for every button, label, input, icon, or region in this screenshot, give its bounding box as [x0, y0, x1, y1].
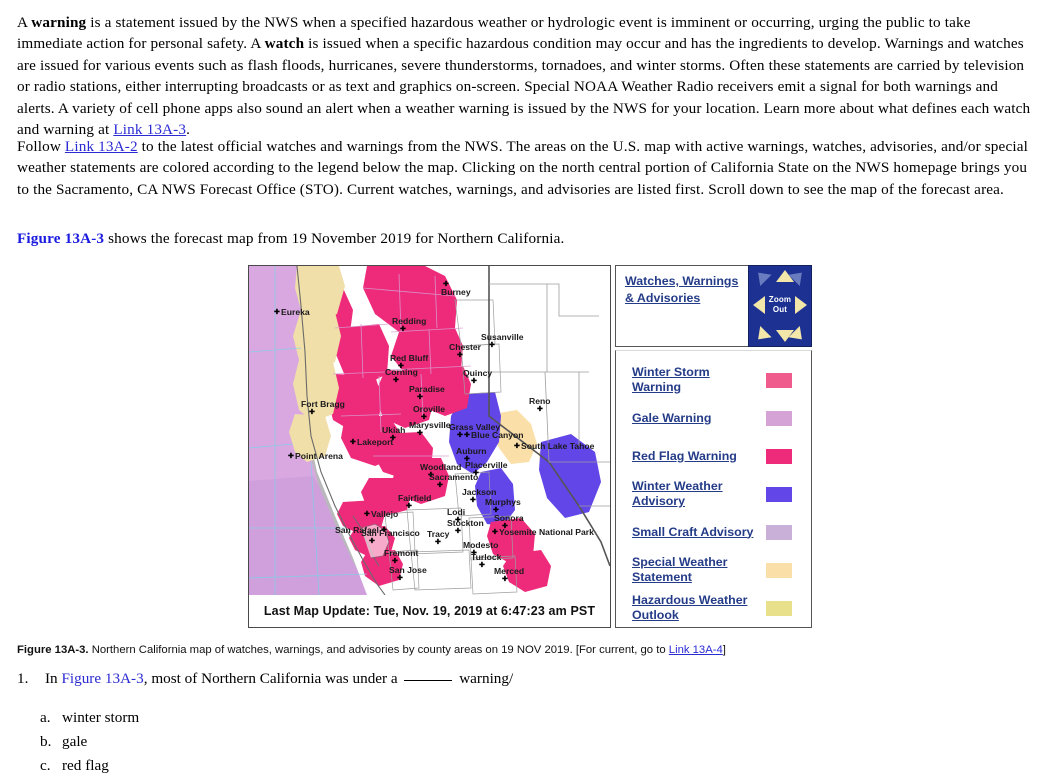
- question-pre: In: [45, 670, 62, 687]
- term-warning: warning: [31, 14, 87, 31]
- legend-items-list: Winter Storm Warning Gale Warning Red Flag…: [615, 350, 812, 628]
- legend-color-swatch: [766, 524, 792, 540]
- legend-color-swatch: [766, 372, 792, 388]
- answer-blank[interactable]: [404, 680, 453, 681]
- legend-row: Red Flag Warning: [616, 437, 811, 475]
- legend-color-swatch: [766, 562, 792, 578]
- legend-row: Hazardous Weather Outlook: [616, 589, 811, 627]
- question-number: 1.: [17, 670, 29, 687]
- zoom-label-line1: Zoom: [768, 295, 792, 304]
- legend-item-link[interactable]: Winter Storm Warning: [632, 365, 760, 395]
- p3-text-b: shows the forecast map from 19 November …: [104, 230, 565, 247]
- legend-item-link[interactable]: Red Flag Warning: [632, 449, 760, 464]
- legend-color-swatch: [766, 410, 792, 426]
- legend-item-link[interactable]: Winter Weather Advisory: [632, 479, 760, 509]
- figure-caption: Figure 13A-3. Northern California map of…: [17, 643, 1027, 658]
- question-figure-reference: Figure 13A-3: [61, 670, 144, 687]
- option-c-letter: c.: [40, 757, 51, 774]
- legend-panel: Watches, Warnings & Advisories Zoom Out W…: [615, 265, 812, 628]
- pan-down-right-arrow-icon[interactable]: [788, 325, 808, 346]
- legend-item-link[interactable]: Special Weather Statement: [632, 555, 760, 585]
- option-c[interactable]: c. red flag: [40, 757, 340, 779]
- map-last-update-text: Last Map Update: Tue, Nov. 19, 2019 at 6…: [249, 595, 610, 627]
- paragraph-figure-intro: Figure 13A-3 shows the forecast map from…: [17, 228, 1017, 249]
- legend-color-swatch: [766, 448, 792, 464]
- legend-row: Winter Weather Advisory: [616, 475, 811, 513]
- term-watch: watch: [264, 35, 305, 53]
- legend-color-swatch: [766, 486, 792, 502]
- legend-item-link[interactable]: Hazardous Weather Outlook: [632, 593, 760, 623]
- link-13a-2[interactable]: Link 13A-2: [65, 138, 138, 155]
- question-post: warning/: [455, 670, 514, 687]
- map-canvas[interactable]: Eureka ✚ Burney ✚ Redding ✚ Susanville ✚ Chester…: [249, 266, 610, 595]
- option-b-label: gale: [62, 733, 88, 750]
- p1-text-a: A: [17, 14, 32, 31]
- question-text: In Figure 13A-3, most of Northern Califo…: [45, 670, 845, 688]
- option-a-label: winter storm: [62, 709, 140, 726]
- map-zoom-pan-control[interactable]: Zoom Out: [748, 265, 812, 347]
- legend-title-link[interactable]: Watches, Warnings & Advisories: [625, 273, 745, 306]
- legend-row: Winter Storm Warning: [616, 361, 811, 399]
- legend-color-swatch: [766, 600, 792, 616]
- legend-item-link[interactable]: Small Craft Advisory: [632, 525, 760, 540]
- figure-reference-intro: Figure 13A-3: [17, 230, 105, 247]
- pan-up-left-arrow-icon[interactable]: [752, 266, 772, 287]
- legend-row: Small Craft Advisory: [616, 513, 811, 551]
- link-13a-4[interactable]: Link 13A-4: [669, 644, 723, 656]
- legend-row: Special Weather Statement: [616, 551, 811, 589]
- option-b[interactable]: b. gale: [40, 733, 340, 755]
- p2-text-b: to the latest official watches and warni…: [17, 138, 1028, 198]
- caption-figure-number: Figure 13A-3.: [17, 644, 89, 656]
- paragraph-warning-definition: A warning is a statement issued by the N…: [17, 12, 1039, 140]
- zoom-label-line2: Out: [772, 304, 788, 314]
- option-b-letter: b.: [40, 733, 52, 750]
- legend-header: Watches, Warnings & Advisories Zoom Out: [615, 265, 812, 347]
- option-c-label: red flag: [62, 757, 109, 774]
- caption-text: Northern California map of watches, warn…: [88, 644, 669, 656]
- p2-text-a: Follow: [17, 138, 65, 155]
- question-mid: , most of Northern California was under …: [143, 670, 402, 687]
- document-page: A warning is a statement issued by the N…: [0, 0, 1052, 780]
- pan-down-left-arrow-icon[interactable]: [752, 325, 772, 346]
- paragraph-nws-links: Follow Link 13A-2 to the latest official…: [17, 136, 1035, 200]
- caption-tail: ]: [722, 644, 726, 656]
- zoom-out-label[interactable]: Zoom Out: [749, 295, 811, 314]
- figure-13a-3: Eureka ✚ Burney ✚ Redding ✚ Susanville ✚ Chester…: [248, 265, 812, 630]
- option-a[interactable]: a. winter storm: [40, 709, 340, 731]
- map-panel[interactable]: Eureka ✚ Burney ✚ Redding ✚ Susanville ✚ Chester…: [248, 265, 611, 628]
- option-a-letter: a.: [40, 709, 51, 726]
- legend-row: Gale Warning: [616, 399, 811, 437]
- legend-item-link[interactable]: Gale Warning: [632, 411, 760, 426]
